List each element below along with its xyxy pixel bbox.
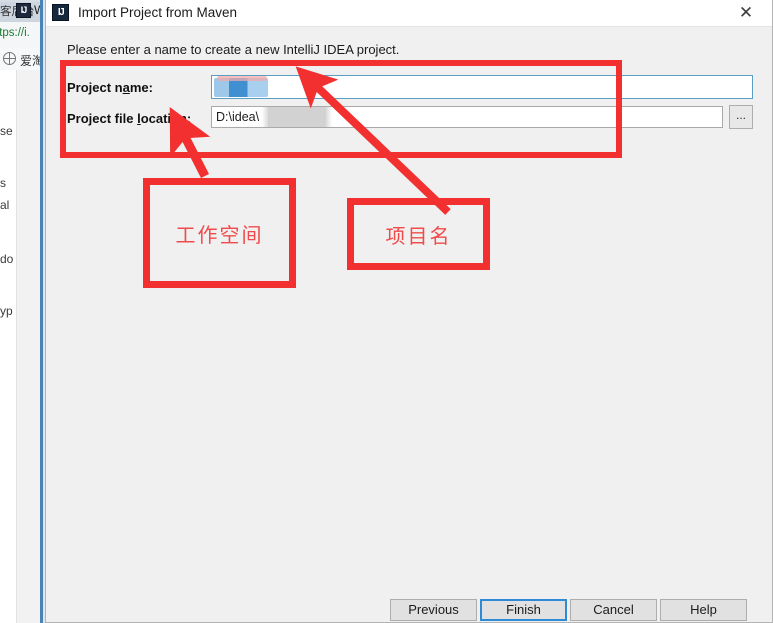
form-area: Project name: Project file location: D:\… xyxy=(67,69,755,141)
project-file-location-label-pre: Project file xyxy=(67,111,138,126)
project-name-redaction-overlay xyxy=(217,76,267,81)
finish-button[interactable]: Finish xyxy=(480,599,567,621)
dialog-close-icon[interactable]: ✕ xyxy=(734,2,758,24)
project-file-location-label-post: ocation: xyxy=(140,111,192,126)
annotation-label-workspace: 工作空间 xyxy=(175,222,264,247)
project-name-label-post: me: xyxy=(129,80,153,95)
taskbar-app-icon[interactable]: IJ xyxy=(16,3,31,18)
project-name-redaction xyxy=(214,76,268,97)
instruction-text: Please enter a name to create a new Inte… xyxy=(67,42,400,57)
project-name-input[interactable] xyxy=(211,75,753,99)
page-text-fragment: se xyxy=(0,124,13,138)
dialog-titlebar: IJ Import Project from Maven ✕ xyxy=(46,0,772,27)
page-text-fragment: yp xyxy=(0,304,13,318)
page-text-fragment: al xyxy=(0,198,10,212)
annotation-box-workspace: 工作空间 xyxy=(143,178,296,288)
page-text-fragment: do xyxy=(0,252,14,266)
dialog-title: Import Project from Maven xyxy=(78,5,238,20)
project-file-location-value: D:\idea\ xyxy=(216,110,260,124)
project-file-location-redaction xyxy=(268,107,326,127)
browse-button[interactable]: ... xyxy=(729,105,753,129)
project-file-location-input[interactable]: D:\idea\ xyxy=(211,106,723,128)
annotation-label-project-name: 项目名 xyxy=(385,223,452,248)
project-file-location-label: Project file location: xyxy=(67,111,191,126)
dialog-body: Please enter a name to create a new Inte… xyxy=(46,27,772,622)
globe-icon xyxy=(3,52,16,65)
import-project-dialog: IJ Import Project from Maven ✕ Please en… xyxy=(45,0,773,623)
dialog-button-row: Previous Finish Cancel Help xyxy=(46,599,772,622)
annotation-box-project-name: 项目名 xyxy=(347,198,490,270)
project-name-label: Project name: xyxy=(67,80,153,95)
previous-button[interactable]: Previous xyxy=(390,599,477,621)
browser-url-text: ttps://i. xyxy=(0,27,30,39)
intellij-idea-icon: IJ xyxy=(52,4,69,21)
project-name-label-mnemonic: a xyxy=(122,80,130,95)
project-name-label-pre: Project n xyxy=(67,80,123,95)
help-button[interactable]: Help xyxy=(660,599,747,621)
screenshot-root: 客后台 ttps://i. 爱淘 se s al do yp IJ W ✕ xyxy=(0,0,773,623)
page-side-column: se s al do yp xyxy=(0,70,17,623)
page-text-fragment: s xyxy=(0,176,6,190)
cancel-button[interactable]: Cancel xyxy=(570,599,657,621)
